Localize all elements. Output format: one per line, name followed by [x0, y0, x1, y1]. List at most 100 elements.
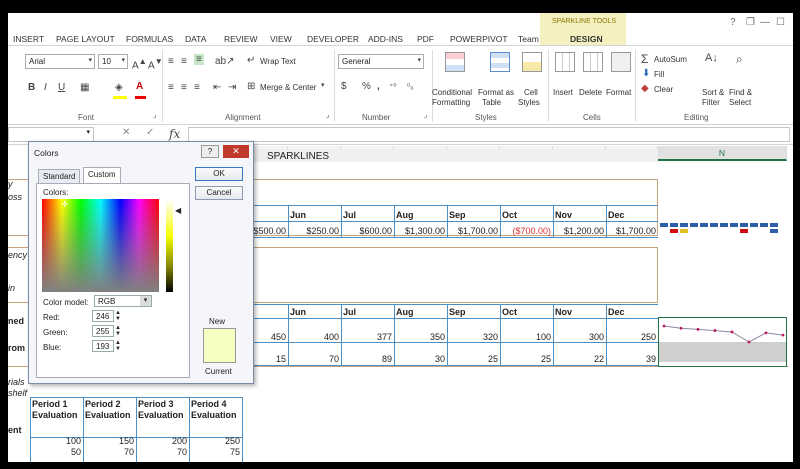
- sort-filter-button-line2[interactable]: Filter: [702, 98, 720, 107]
- format-as-table-button[interactable]: Format as: [478, 88, 514, 97]
- format-as-table-button-line2[interactable]: Table: [482, 98, 501, 107]
- chevron-down-icon[interactable]: ▾: [321, 81, 325, 89]
- value-cell[interactable]: 350: [394, 332, 445, 342]
- tab-add-ins[interactable]: ADD-INS: [368, 34, 403, 44]
- fill-color-icon[interactable]: ◈: [115, 82, 123, 93]
- money-cell[interactable]: $250.00: [288, 226, 339, 236]
- red-spinner-icon[interactable]: ▲ ▼: [115, 310, 121, 322]
- decrease-indent-icon[interactable]: ⇤: [213, 82, 221, 93]
- money-cell-negative[interactable]: ($700.00): [500, 226, 551, 236]
- value-cell[interactable]: 25: [500, 354, 551, 364]
- winloss-sparkline[interactable]: [658, 221, 788, 237]
- tab-team[interactable]: Team: [518, 34, 539, 44]
- money-cell[interactable]: $1,700.00: [447, 226, 498, 236]
- dialog-launcher-icon[interactable]: ⌟: [326, 111, 329, 119]
- percent-button[interactable]: %: [362, 81, 371, 92]
- ok-button[interactable]: OK: [195, 167, 243, 181]
- value-cell[interactable]: 250: [606, 332, 656, 342]
- cell-styles-button[interactable]: Cell: [524, 88, 538, 97]
- font-color-icon[interactable]: A: [136, 81, 143, 92]
- column-header-n[interactable]: N: [658, 146, 787, 161]
- delete-button[interactable]: Delete: [579, 88, 602, 97]
- slider-arrow-icon[interactable]: ◀: [175, 206, 181, 215]
- grow-font-icon[interactable]: A▲: [132, 56, 147, 71]
- font-name-combo[interactable]: Arial ▾: [25, 54, 95, 69]
- dialog-launcher-icon[interactable]: ⌟: [424, 111, 427, 119]
- dialog-launcher-icon[interactable]: ⌟: [153, 111, 156, 119]
- help-icon[interactable]: ?: [730, 17, 736, 28]
- number-format-combo[interactable]: General ▾: [338, 54, 424, 69]
- value-cell[interactable]: 320: [447, 332, 498, 342]
- period-value[interactable]: 70: [136, 447, 187, 457]
- fill-button[interactable]: Fill: [654, 70, 664, 79]
- clear-button[interactable]: Clear: [654, 85, 673, 94]
- conditional-formatting-button-line2[interactable]: Formatting: [432, 98, 470, 107]
- tab-developer[interactable]: DEVELOPER: [307, 34, 359, 44]
- cancel-button[interactable]: Cancel: [195, 186, 243, 200]
- period-value[interactable]: 75: [189, 447, 240, 457]
- tab-page-layout[interactable]: PAGE LAYOUT: [56, 34, 115, 44]
- help-icon[interactable]: ?: [201, 145, 219, 158]
- autosum-button[interactable]: AutoSum: [654, 55, 687, 64]
- period-value[interactable]: 200: [136, 436, 187, 446]
- tab-powerpivot[interactable]: POWERPIVOT: [450, 34, 508, 44]
- tab-custom[interactable]: Custom: [83, 167, 121, 183]
- underline-button[interactable]: U: [58, 82, 65, 93]
- money-cell[interactable]: $1,700.00: [606, 226, 656, 236]
- name-box[interactable]: ▾: [8, 127, 94, 142]
- color-spectrum[interactable]: [42, 199, 159, 292]
- value-cell[interactable]: 89: [341, 354, 392, 364]
- minimize-icon[interactable]: —: [760, 17, 770, 28]
- merge-center-button[interactable]: Merge & Center: [260, 83, 316, 92]
- money-cell[interactable]: $1,300.00: [394, 226, 445, 236]
- align-top-icon[interactable]: ≡: [168, 56, 174, 67]
- comma-button[interactable]: ,: [377, 81, 380, 92]
- value-cell[interactable]: 377: [341, 332, 392, 342]
- value-cell[interactable]: 400: [288, 332, 339, 342]
- value-cell[interactable]: 300: [553, 332, 604, 342]
- red-input[interactable]: 246: [92, 310, 114, 322]
- money-cell[interactable]: $1,200.00: [553, 226, 604, 236]
- value-cell[interactable]: 39: [606, 354, 656, 364]
- increase-decimal-icon[interactable]: ⁺⁰: [389, 82, 396, 91]
- tab-insert[interactable]: INSERT: [13, 34, 44, 44]
- italic-button[interactable]: I: [44, 82, 47, 93]
- color-model-select[interactable]: RGB ▾: [94, 295, 152, 307]
- formula-input[interactable]: [188, 127, 790, 142]
- green-spinner-icon[interactable]: ▲ ▼: [115, 325, 121, 337]
- value-cell[interactable]: 22: [553, 354, 604, 364]
- luminance-slider[interactable]: [166, 199, 173, 292]
- align-bottom-icon[interactable]: ≡: [194, 54, 204, 65]
- conditional-formatting-button[interactable]: Conditional: [432, 88, 472, 97]
- align-center-icon[interactable]: ≡: [181, 82, 187, 93]
- close-icon[interactable]: ✕: [223, 145, 249, 158]
- enter-icon[interactable]: ✓: [146, 127, 154, 138]
- blue-spinner-icon[interactable]: ▲ ▼: [115, 340, 121, 352]
- decrease-decimal-icon[interactable]: ⁰₀: [407, 82, 414, 91]
- insert-button[interactable]: Insert: [553, 88, 573, 97]
- sort-filter-button[interactable]: Sort &: [702, 88, 724, 97]
- align-middle-icon[interactable]: ≡: [181, 56, 187, 67]
- period-value[interactable]: 50: [30, 447, 81, 457]
- borders-icon[interactable]: ▦: [80, 82, 89, 93]
- tab-view[interactable]: VIEW: [270, 34, 292, 44]
- insert-function-icon[interactable]: fx: [169, 127, 180, 141]
- increase-indent-icon[interactable]: ⇥: [228, 82, 236, 93]
- restore-icon[interactable]: ❐: [746, 17, 755, 28]
- period-value[interactable]: 100: [30, 436, 81, 446]
- wrap-text-button[interactable]: Wrap Text: [260, 57, 296, 66]
- blue-input[interactable]: 193: [92, 340, 114, 352]
- green-input[interactable]: 255: [92, 325, 114, 337]
- shrink-font-icon[interactable]: A▼: [148, 56, 163, 71]
- tab-standard[interactable]: Standard: [38, 169, 81, 183]
- find-select-button[interactable]: Find &: [729, 88, 752, 97]
- cell-styles-button-line2[interactable]: Styles: [518, 98, 540, 107]
- cancel-icon[interactable]: ✕: [122, 127, 130, 138]
- currency-button[interactable]: $: [341, 81, 347, 92]
- format-button[interactable]: Format: [606, 88, 631, 97]
- align-left-icon[interactable]: ≡: [168, 82, 174, 93]
- bold-button[interactable]: B: [28, 82, 35, 93]
- tab-formulas[interactable]: FORMULAS: [126, 34, 173, 44]
- value-cell[interactable]: 100: [500, 332, 551, 342]
- tab-review[interactable]: REVIEW: [224, 34, 258, 44]
